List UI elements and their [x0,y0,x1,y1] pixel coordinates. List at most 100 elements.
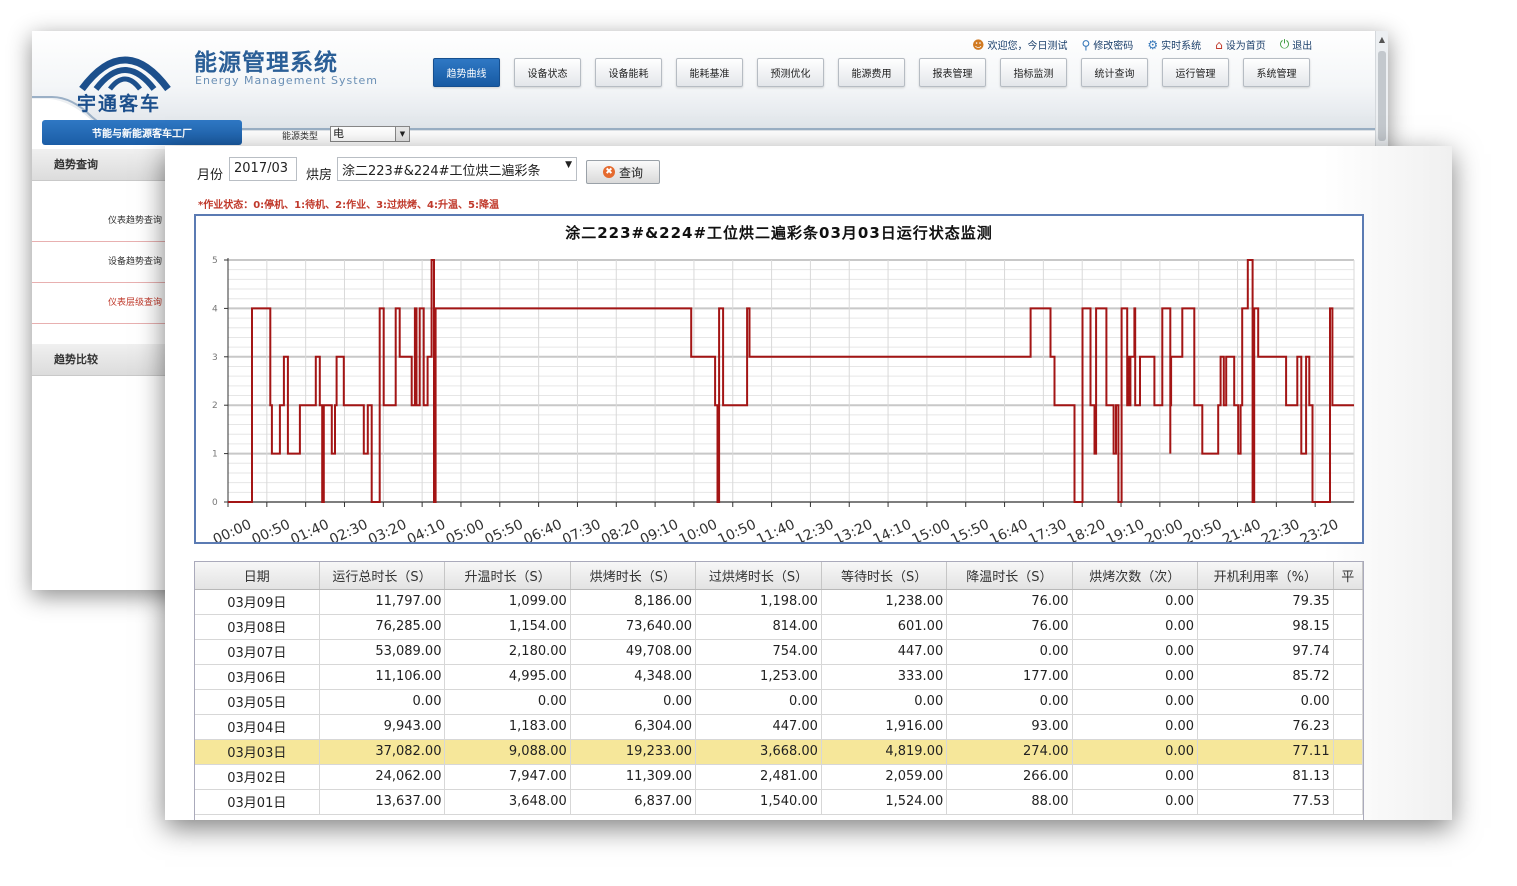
table-row[interactable]: 03月08日 76,285.00 1,154.00 73,640.00 814.00 60… [195,614,1363,640]
top-link-set-homepage[interactable]: ⌂ 设为首页 [1215,37,1266,53]
table-cell: 79.35 [1197,589,1334,615]
nav-energy-baseline[interactable]: 能耗基准 [676,58,743,87]
top-link-change-password[interactable]: ⚲ 修改密码 [1081,37,1134,53]
table-header-cell[interactable]: 降温时长（S） [946,562,1073,590]
top-link-logout[interactable]: ⏻ 退出 [1280,37,1313,52]
x-tick-label: 05:00 [444,517,487,542]
table-cell-date: 03月03日 [195,739,320,765]
nav-forecast-optimize[interactable]: 预测优化 [757,58,824,87]
x-tick-label: 07:30 [560,517,603,542]
front-window: 月份 2017/03 烘房 涂二223#&224#工位烘二遍彩条 ▼ ✖ 查询 … [165,146,1452,820]
nav-operation-management[interactable]: 运行管理 [1162,58,1229,87]
table-row[interactable]: 03月05日 0.00 0.00 0.00 0.00 0.00 0.00 0.00 0.00 [195,689,1363,715]
table-cell: 2,481.00 [695,764,822,790]
table-header-cell[interactable]: 平 [1333,562,1363,590]
x-tick-label: 12:30 [793,517,836,542]
table-body: 03月09日 11,797.00 1,099.00 8,186.00 1,198.00 1… [195,589,1363,815]
table-cell: 24,062.00 [319,764,446,790]
table-cell: 0.00 [1072,714,1199,740]
nav-system-management[interactable]: 系统管理 [1243,58,1310,87]
table-cell: 2,180.00 [444,639,571,665]
table-cell: 76.23 [1197,714,1334,740]
table-header-cell[interactable]: 升温时长（S） [444,562,571,590]
top-link-welcome[interactable]: ☻ 欢迎您，今日测试 [972,37,1068,53]
x-tick-label: 08:20 [599,517,642,542]
sidebar-item-device-trend[interactable]: 设备趋势查询 [32,242,167,283]
query-button[interactable]: ✖ 查询 [586,160,660,184]
room-select[interactable]: 涂二223#&224#工位烘二遍彩条 ▼ [337,157,577,181]
top-link-realtime-system[interactable]: ⚙ 实时系统 [1147,37,1201,53]
table-row[interactable]: 03月01日 13,637.00 3,648.00 6,837.00 1,540.00 1… [195,789,1363,815]
table-cell: 76,285.00 [319,614,446,640]
chart-svg: 0 1 2 3 4 5 00:0000:5001:4002:3003:2004:1005:0… [211,256,1355,542]
scroll-thumb[interactable] [1378,51,1386,141]
sidebar-section-trend-query[interactable]: 趋势查询 [32,149,167,181]
x-tick-label: 03:20 [366,517,409,542]
table-cell: 754.00 [695,639,822,665]
table-header-cell[interactable]: 运行总时长（S） [319,562,446,590]
table-header-row: 日期 运行总时长（S） 升温时长（S） 烘烤时长（S） 过烘烤时长（S） 等待时长（S）降… [195,562,1363,590]
nav-statistics-query[interactable]: 统计查询 [1081,58,1148,87]
table-row[interactable]: 03月03日 37,082.00 9,088.00 19,233.00 3,668.00… [195,739,1363,765]
table-cell: 1,183.00 [444,714,571,740]
nav-energy-cost[interactable]: 能源费用 [838,58,905,87]
table-cell: 11,797.00 [319,589,446,615]
table-cell: 4,995.00 [444,664,571,690]
status-chart: 0 1 2 3 4 5 00:00 00:50 01:40 02:30 03:20 04:10 05:0… [194,214,1364,544]
table-cell: 73,640.00 [570,614,697,640]
energy-type-select[interactable]: 电 ▼ [330,126,410,142]
table-cell: 0.00 [1072,614,1199,640]
top-link-label: 设为首页 [1225,41,1266,52]
table-header-cell[interactable]: 日期 [195,562,320,590]
table-cell: 0.00 [444,689,571,715]
nav-device-energy[interactable]: 设备能耗 [595,58,662,87]
chevron-down-icon[interactable]: ▼ [565,160,572,170]
x-tick-label: 09:10 [638,517,681,542]
stats-table-grid: 日期 运行总时长（S） 升温时长（S） 烘烤时长（S） 过烘烤时长（S） 等待时长（S）降… [195,562,1363,815]
scroll-up-icon[interactable]: ▲ [1376,35,1388,44]
table-cell [1333,764,1363,790]
table-header-cell[interactable]: 过烘烤时长（S） [695,562,822,590]
table-row[interactable]: 03月06日 11,106.00 4,995.00 4,348.00 1,253.00 3… [195,664,1363,690]
nav-indicator-monitor[interactable]: 指标监测 [1000,58,1067,87]
chevron-down-icon[interactable]: ▼ [395,127,409,141]
energy-type-label: 能源类型 [282,132,319,142]
table-header-cell[interactable]: 烘烤时长（S） [570,562,697,590]
status-note: *作业状态：0:停机、1:待机、2:作业、3:过烘烤、4:升温、5:降温 [198,200,499,211]
table-cell: 77.53 [1197,789,1334,815]
x-tick-label: 05:50 [482,517,525,542]
key-search-icon: ⚲ [1081,37,1091,52]
table-header-cell[interactable]: 开机利用率（%） [1197,562,1334,590]
table-cell: 0.00 [1072,739,1199,765]
table-header-cell[interactable]: 等待时长（S） [821,562,948,590]
power-icon: ⏻ [1279,37,1290,51]
table-header-cell[interactable]: 烘烤次数（次） [1072,562,1199,590]
nav-report-management[interactable]: 报表管理 [919,58,986,87]
sidebar-section-trend-compare[interactable]: 趋势比较 [32,344,167,376]
table-cell: 1,099.00 [444,589,571,615]
table-cell: 0.00 [946,689,1073,715]
department-button[interactable]: 节能与新能源客车工厂 [42,120,242,145]
table-row[interactable]: 03月02日 24,062.00 7,947.00 11,309.00 2,481.00… [195,764,1363,790]
table-row[interactable]: 03月04日 9,943.00 1,183.00 6,304.00 447.00 1,91… [195,714,1363,740]
sidebar-item-meter-hierarchy[interactable]: 仪表层级查询 [32,283,167,324]
table-cell-date: 03月04日 [195,714,320,740]
table-cell-date: 03月07日 [195,639,320,665]
table-cell [1333,639,1363,665]
table-cell: 1,916.00 [821,714,948,740]
table-row[interactable]: 03月09日 11,797.00 1,099.00 8,186.00 1,198.00 1… [195,589,1363,615]
table-cell: 1,540.00 [695,789,822,815]
table-cell: 0.00 [1072,789,1199,815]
month-input[interactable]: 2017/03 [229,157,297,181]
nav-trend-curve[interactable]: 趋势曲线 [433,58,500,87]
table-cell [1333,589,1363,615]
x-tick-label: 13:20 [832,517,875,542]
table-cell: 274.00 [946,739,1073,765]
table-row[interactable]: 03月07日 53,089.00 2,180.00 49,708.00 754.00 44… [195,639,1363,665]
front-panel: 月份 2017/03 烘房 涂二223#&224#工位烘二遍彩条 ▼ ✖ 查询 … [165,146,1452,820]
sidebar-item-meter-trend[interactable]: 仪表趋势查询 [32,201,167,242]
table-cell: 2,059.00 [821,764,948,790]
x-tick-label: 17:30 [1026,517,1069,542]
nav-device-status[interactable]: 设备状态 [514,58,581,87]
table-cell [1333,789,1363,815]
